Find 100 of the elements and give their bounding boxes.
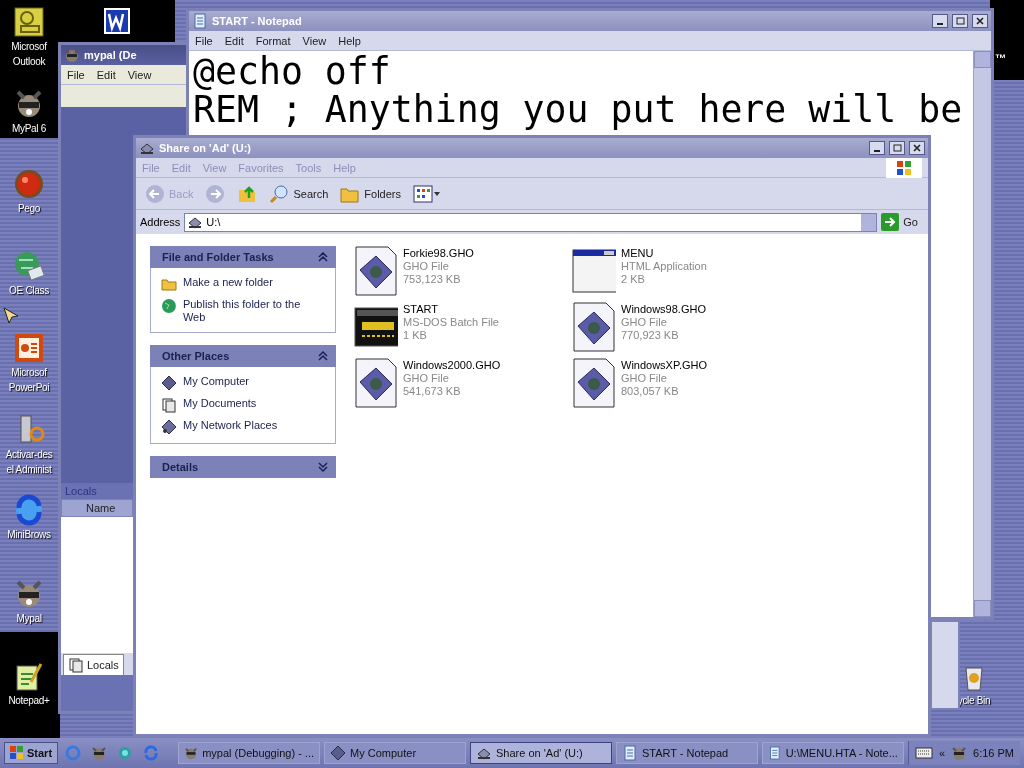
menu-item[interactable]: File xyxy=(67,68,85,81)
globe-icon xyxy=(161,298,177,314)
globe-mail-icon[interactable] xyxy=(13,250,45,282)
minimize-button[interactable] xyxy=(932,14,948,28)
disk-file-icon xyxy=(354,246,398,296)
file-size: 541,673 KB xyxy=(403,385,462,398)
file-type: HTML Application xyxy=(621,260,707,273)
menu-item[interactable]: Edit xyxy=(224,34,244,47)
ball-icon[interactable] xyxy=(13,168,45,200)
start-button[interactable]: Start xyxy=(4,742,59,764)
desktop-icon-label[interactable]: Notepad+ xyxy=(8,694,50,707)
task-panel-header[interactable]: File and Folder Tasks xyxy=(150,246,336,268)
file-type: MS-DOS Batch File xyxy=(403,316,499,329)
notepad-icon xyxy=(767,745,782,761)
search-button[interactable]: Search xyxy=(266,181,332,206)
close-button[interactable] xyxy=(909,141,925,155)
folder-icon xyxy=(161,276,177,292)
file-type: GHO File xyxy=(403,260,450,273)
minimize-button[interactable] xyxy=(869,141,885,155)
disk-file-icon xyxy=(354,358,398,408)
search-icon xyxy=(269,183,290,204)
menu-item[interactable]: Format xyxy=(255,34,291,47)
file-size: 2 KB xyxy=(621,273,646,286)
taskbar-button[interactable]: U:\MENU.HTA - Note... xyxy=(761,742,904,764)
task-link[interactable]: Make a new folder xyxy=(183,276,273,289)
windows-logo-icon xyxy=(886,157,922,178)
file-name: MENU xyxy=(621,247,655,260)
computer-icon xyxy=(161,375,177,391)
menu-item[interactable]: Help xyxy=(338,34,361,47)
file-name: WindowsXP.GHO xyxy=(621,359,707,372)
column-header[interactable]: Name xyxy=(61,499,133,517)
swirl-icon xyxy=(143,745,160,761)
file-size: 1 KB xyxy=(403,329,428,342)
disk-file-icon xyxy=(572,302,616,352)
menu-item[interactable]: View xyxy=(127,68,152,81)
maximize-icon xyxy=(955,17,965,25)
raccoon-icon xyxy=(951,745,968,761)
window-title: Share on 'Ad' (U:) xyxy=(159,142,252,154)
desktop-icon-label[interactable]: el Administ xyxy=(6,463,52,476)
raccoon-icon xyxy=(64,47,80,63)
documents-icon xyxy=(161,397,177,413)
documents-icon xyxy=(68,657,84,673)
file-type: GHO File xyxy=(621,316,668,329)
panel-tab[interactable]: Locals xyxy=(63,654,124,675)
presentation-icon[interactable] xyxy=(13,332,45,364)
notepad-icon xyxy=(621,745,638,761)
trademark-mark: ™ xyxy=(995,52,1006,64)
scrollbar[interactable] xyxy=(973,51,991,617)
desktop-icon-label[interactable]: Activar-des xyxy=(5,448,53,461)
clock: 6:16 PM xyxy=(973,747,1014,759)
taskbar-button[interactable]: mypal (Debugging) - ... xyxy=(178,742,321,764)
swirl-icon[interactable] xyxy=(13,494,45,526)
notepad-icon xyxy=(192,13,208,29)
windows-logo-icon xyxy=(10,746,24,760)
address-field[interactable]: U:\ xyxy=(184,212,878,232)
menu-item[interactable]: Edit xyxy=(96,68,116,81)
tray-expand-button[interactable]: « xyxy=(938,747,946,759)
desktop-icon-label[interactable]: Mypal xyxy=(16,612,42,625)
maximize-button[interactable] xyxy=(952,14,968,28)
task-panel-header[interactable]: Details xyxy=(150,456,336,478)
task-link[interactable]: My Network Places xyxy=(183,419,278,432)
network-icon xyxy=(161,419,177,435)
views-grid-icon xyxy=(413,183,441,204)
window-title: mypal (De xyxy=(84,49,138,61)
file-type: GHO File xyxy=(403,372,450,385)
computer-icon xyxy=(330,745,347,761)
maximize-button[interactable] xyxy=(889,141,905,155)
task-link[interactable]: My Computer xyxy=(183,375,250,388)
desktop-icon-label[interactable]: Pego xyxy=(17,202,41,215)
desktop-icon-label[interactable]: Microsof xyxy=(11,40,47,53)
file-name: Windows2000.GHO xyxy=(403,359,501,372)
file-size: 753,123 KB xyxy=(403,273,462,286)
close-icon xyxy=(913,144,921,152)
go-button[interactable]: Go xyxy=(881,213,924,231)
file-name: START xyxy=(403,303,440,316)
desktop-icon-label[interactable]: MiniBrows xyxy=(7,528,51,541)
file-size: 803,057 KB xyxy=(621,385,680,398)
task-panel-header[interactable]: Other Places xyxy=(150,345,336,367)
taskbar-button[interactable]: My Computer xyxy=(324,742,466,764)
desktop-icon-label[interactable]: Microsof xyxy=(11,366,47,379)
taskbar-button[interactable]: Share on 'Ad' (U:) xyxy=(470,742,612,764)
desktop-icon-label[interactable]: ycle Bin xyxy=(957,694,991,707)
menu-item[interactable]: View xyxy=(302,34,327,47)
task-link[interactable]: Publish this folder to the Web xyxy=(182,298,325,324)
close-button[interactable] xyxy=(972,14,988,28)
desktop-icon-label[interactable]: PowerPoi xyxy=(8,381,50,394)
taskbar-button[interactable]: START - Notepad xyxy=(615,742,758,764)
document-text[interactable]: @echo off REM ; Anything you put here will be xyxy=(193,53,963,129)
desktop-icon-label[interactable]: Outlook xyxy=(12,55,46,68)
menu-item[interactable]: File xyxy=(195,34,213,47)
desktop-icon-label[interactable]: MyPal 6 xyxy=(12,122,46,135)
address-label: Address xyxy=(140,216,181,228)
calendar-clock-icon[interactable] xyxy=(13,6,45,38)
close-icon xyxy=(976,17,984,25)
folders-button[interactable]: Folders xyxy=(337,181,404,206)
desktop-icon-label[interactable]: OE Class xyxy=(9,284,49,297)
task-link[interactable]: My Documents xyxy=(183,397,257,410)
raccoon-icon xyxy=(184,745,199,761)
panel-title: Locals xyxy=(61,483,133,499)
raccoon-icon xyxy=(91,745,108,761)
